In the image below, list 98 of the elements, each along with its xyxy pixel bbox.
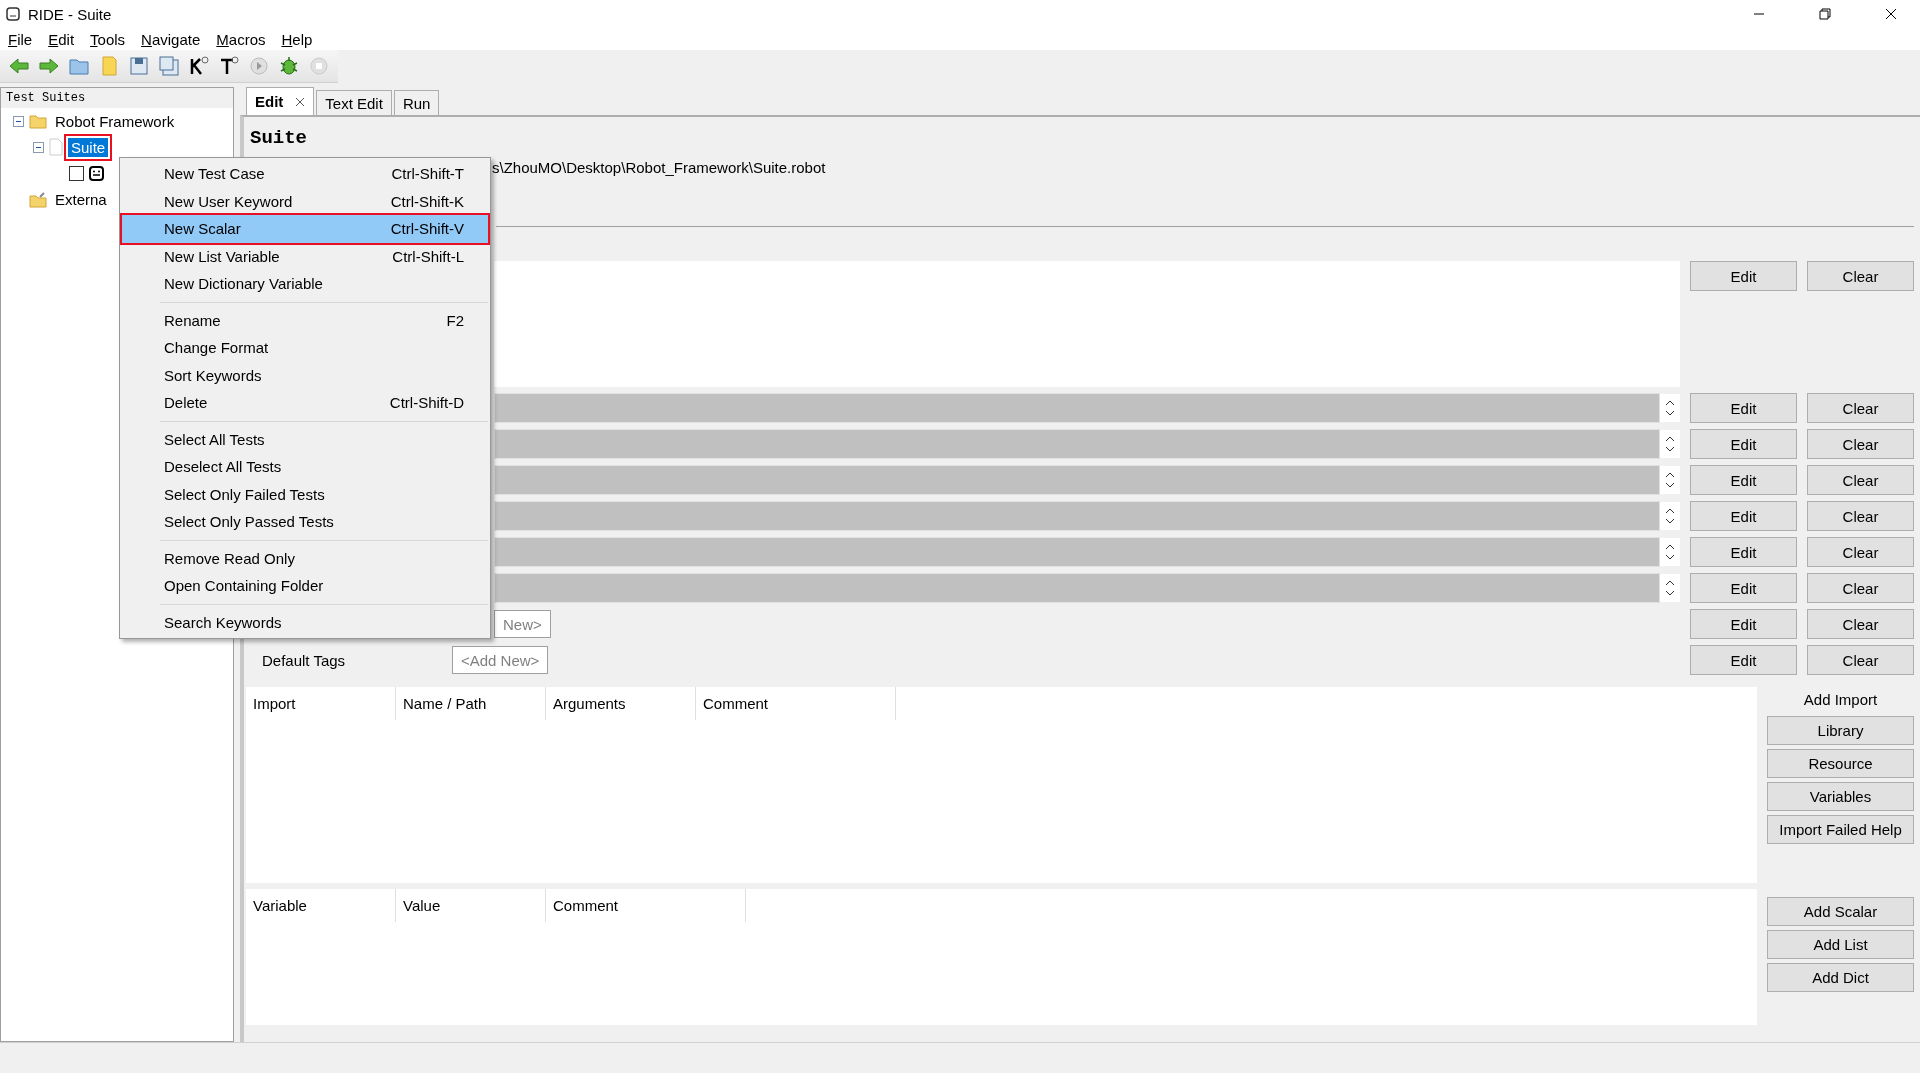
folder-wrench-icon — [29, 190, 47, 208]
clear-button[interactable]: Clear — [1807, 261, 1914, 291]
close-icon — [1885, 8, 1897, 20]
file-icon — [49, 138, 63, 156]
setting-field[interactable] — [494, 537, 1660, 567]
section-label: Add Import — [1803, 690, 1878, 710]
menu-item[interactable]: New Test Case Ctrl-Shift-T — [122, 160, 488, 188]
menu-item[interactable]: Edit — [48, 30, 75, 48]
clear-button[interactable]: Clear — [1807, 393, 1914, 423]
menu-item[interactable]: New Dictionary Variable — [122, 270, 488, 298]
import-button[interactable]: Resource — [1767, 749, 1914, 778]
menu-item[interactable]: Macros — [216, 30, 266, 48]
collapse-toggle[interactable] — [13, 115, 24, 127]
setting-label: Default Tags — [261, 651, 347, 669]
menu-item[interactable]: Rename F2 — [122, 306, 488, 334]
menu-item[interactable]: Tools — [90, 30, 126, 48]
tree-item[interactable]: Externa — [52, 189, 110, 209]
menu-item[interactable]: Delete Ctrl-Shift-D — [122, 389, 488, 417]
menu-item[interactable]: Change Format — [122, 334, 488, 362]
column-header: Arguments — [546, 687, 696, 720]
tree-item[interactable]: Robot Framework — [52, 111, 178, 131]
setting-field[interactable] — [494, 429, 1660, 459]
window-title: RIDE - Suite — [28, 5, 113, 23]
spin-icon[interactable] — [1660, 574, 1680, 602]
clear-button[interactable]: Clear — [1807, 429, 1914, 459]
setting-field[interactable] — [494, 501, 1660, 531]
import-button[interactable]: Library — [1767, 716, 1914, 745]
tab[interactable]: Run — [393, 90, 440, 115]
menu-item[interactable]: Sort Keywords — [122, 361, 488, 389]
restore-icon — [1819, 8, 1831, 20]
save-all-icon[interactable] — [158, 55, 180, 77]
spin-icon[interactable] — [1660, 394, 1680, 422]
column-header: Comment — [546, 889, 746, 922]
import-button[interactable]: Import Failed Help — [1767, 815, 1914, 844]
add-tag-button[interactable]: New> — [494, 610, 551, 638]
add-variable-button[interactable]: Add Scalar — [1767, 897, 1914, 926]
spin-icon[interactable] — [1660, 502, 1680, 530]
panel-title: Test Suites — [1, 88, 233, 108]
setting-field[interactable] — [494, 393, 1660, 423]
back-arrow-icon[interactable] — [8, 55, 30, 77]
suite-title: Suite — [249, 126, 308, 151]
source-path: s\ZhouMO\Desktop\Robot_Framework\Suite.robot — [492, 158, 827, 178]
spin-icon[interactable] — [1660, 538, 1680, 566]
collapse-toggle[interactable] — [33, 141, 44, 153]
column-header: Name / Path — [396, 687, 546, 720]
setting-field[interactable] — [494, 573, 1660, 603]
column-header: Variable — [246, 889, 396, 922]
menu-item[interactable]: Select Only Passed Tests — [122, 508, 488, 536]
edit-button[interactable]: Edit — [1690, 261, 1797, 291]
edit-button[interactable]: Edit — [1690, 393, 1797, 423]
import-button[interactable]: Variables — [1767, 782, 1914, 811]
add-variable-button[interactable]: Add List — [1767, 930, 1914, 959]
menu-item[interactable]: New List Variable Ctrl-Shift-L — [122, 242, 488, 270]
forward-arrow-icon[interactable] — [38, 55, 60, 77]
edit-button[interactable]: Edit — [1690, 501, 1797, 531]
menu-item[interactable]: Navigate — [141, 30, 201, 48]
menu-item[interactable]: Select Only Failed Tests — [122, 480, 488, 508]
spin-icon[interactable] — [1660, 466, 1680, 494]
menu-item[interactable]: Deselect All Tests — [122, 453, 488, 481]
spin-icon[interactable] — [1660, 430, 1680, 458]
column-header: Import — [246, 687, 396, 720]
folder-icon — [29, 113, 47, 129]
play-icon[interactable] — [248, 55, 270, 77]
save-icon[interactable] — [128, 55, 150, 77]
menu-item[interactable]: New User Keyword Ctrl-Shift-K — [122, 187, 488, 215]
tab[interactable]: Text Edit — [316, 90, 392, 115]
robot-icon — [89, 165, 104, 181]
menu-item[interactable]: Select All Tests — [122, 425, 488, 453]
setting-field[interactable] — [494, 465, 1660, 495]
edit-button[interactable]: Edit — [1690, 465, 1797, 495]
clear-button[interactable]: Clear — [1807, 573, 1914, 603]
keyword-search-icon[interactable] — [188, 55, 210, 77]
tab[interactable]: Edit — [246, 87, 315, 115]
menu-item[interactable]: Open Containing Folder — [122, 572, 488, 600]
edit-button[interactable]: Edit — [1690, 573, 1797, 603]
edit-button[interactable]: Edit — [1690, 537, 1797, 567]
menu-item[interactable]: File — [8, 30, 33, 48]
bug-icon[interactable] — [278, 55, 300, 77]
clear-button[interactable]: Clear — [1807, 537, 1914, 567]
clear-button[interactable]: Clear — [1807, 465, 1914, 495]
clear-button[interactable]: Clear — [1807, 609, 1914, 639]
column-header: Comment — [696, 687, 896, 720]
checkbox[interactable] — [69, 165, 84, 181]
edit-button[interactable]: Edit — [1690, 429, 1797, 459]
menu-item[interactable]: Help — [281, 30, 313, 48]
column-header: Value — [396, 889, 546, 922]
menu-item[interactable]: Remove Read Only — [122, 544, 488, 572]
clear-button[interactable]: Clear — [1807, 501, 1914, 531]
clear-button[interactable]: Clear — [1807, 645, 1914, 675]
add-variable-button[interactable]: Add Dict — [1767, 963, 1914, 992]
add-tag-button[interactable]: <Add New> — [452, 646, 549, 674]
close-icon[interactable] — [295, 96, 306, 107]
menu-item[interactable]: New Scalar Ctrl-Shift-V — [122, 215, 488, 243]
app-icon — [6, 7, 20, 21]
edit-button[interactable]: Edit — [1690, 609, 1797, 639]
menu-item[interactable]: Search Keywords — [122, 608, 488, 636]
test-search-icon[interactable] — [218, 55, 240, 77]
edit-button[interactable]: Edit — [1690, 645, 1797, 675]
